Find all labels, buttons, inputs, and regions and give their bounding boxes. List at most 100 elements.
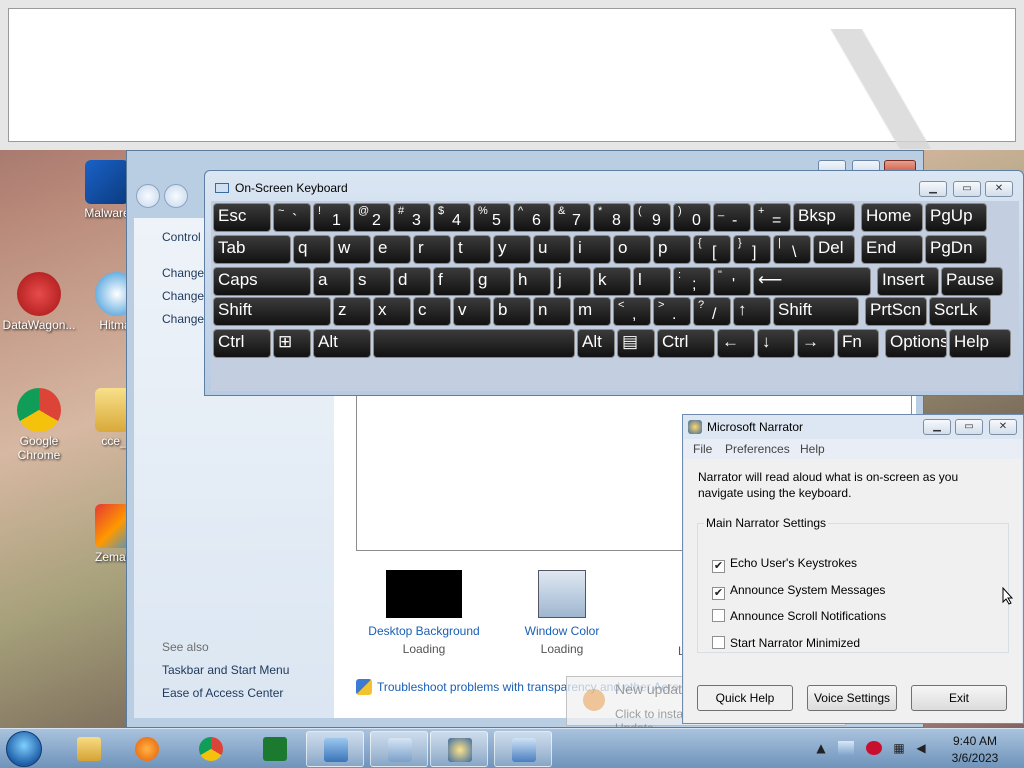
sidebar-change-link-1[interactable]: Change — [162, 266, 204, 280]
key-3-0[interactable]: Shift — [213, 297, 331, 326]
key-2-0[interactable]: Caps — [213, 267, 311, 296]
key-2-1[interactable]: a — [313, 267, 351, 296]
checkbox-announce-system[interactable]: ✔ — [712, 587, 725, 600]
quick-help-button[interactable]: Quick Help — [697, 685, 793, 711]
voice-settings-button[interactable]: Voice Settings — [807, 685, 897, 711]
key-1-6[interactable]: y — [493, 235, 531, 264]
taskbar-explorer-button[interactable] — [60, 731, 118, 767]
key-1-0[interactable]: Tab — [213, 235, 291, 264]
taskbar-display-button[interactable] — [494, 731, 552, 767]
key-0-13[interactable]: + = — [753, 203, 791, 232]
narrator-maximize-button[interactable]: ▭ — [955, 419, 983, 435]
key-1-3[interactable]: e — [373, 235, 411, 264]
key-2-4[interactable]: f — [433, 267, 471, 296]
key-2-10[interactable]: :; — [673, 267, 711, 296]
key-1-15[interactable]: End — [861, 235, 923, 264]
key-0-11[interactable]: ) 0 — [673, 203, 711, 232]
taskbar-media-player-button[interactable] — [118, 731, 176, 767]
key-4-2[interactable]: Alt — [313, 329, 371, 358]
show-hidden-icons-button[interactable]: ▲ — [814, 741, 828, 755]
key-0-1[interactable]: ~ ` — [273, 203, 311, 232]
action-center-icon[interactable] — [838, 741, 854, 755]
desktop-icon-chrome[interactable]: Google Chrome — [2, 388, 76, 462]
key-0-3[interactable]: @2 — [353, 203, 391, 232]
key-3-2[interactable]: x — [373, 297, 411, 326]
key-1-14[interactable]: Del — [813, 235, 855, 264]
key-0-8[interactable]: & 7 — [553, 203, 591, 232]
checkbox-echo-keystrokes[interactable]: ✔ — [712, 560, 725, 573]
key-3-13[interactable]: PrtScn — [865, 297, 927, 326]
echo-keystrokes-option[interactable]: ✔ Echo User's Keystrokes — [712, 556, 857, 573]
key-2-12[interactable]: ⟵ — [753, 267, 871, 296]
narrator-close-button[interactable]: ✕ — [989, 419, 1017, 435]
key-1-12[interactable]: }] — [733, 235, 771, 264]
key-3-12[interactable]: Shift — [773, 297, 859, 326]
key-3-4[interactable]: v — [453, 297, 491, 326]
key-0-15[interactable]: Home — [861, 203, 923, 232]
taskbar-start-menu-link[interactable]: Taskbar and Start Menu — [162, 663, 289, 677]
key-1-5[interactable]: t — [453, 235, 491, 264]
key-2-6[interactable]: h — [513, 267, 551, 296]
taskbar-csharp-button[interactable] — [246, 731, 304, 767]
key-2-13[interactable]: Insert — [877, 267, 939, 296]
taskbar-osk-button[interactable] — [370, 731, 428, 767]
key-4-10[interactable]: Fn — [837, 329, 879, 358]
key-0-16[interactable]: PgUp — [925, 203, 987, 232]
key-1-16[interactable]: PgDn — [925, 235, 987, 264]
checkbox-start-minimized[interactable] — [712, 636, 725, 649]
key-2-2[interactable]: s — [353, 267, 391, 296]
taskbar-narrator-button[interactable] — [430, 731, 488, 767]
menu-help[interactable]: Help — [800, 442, 825, 456]
checkbox-announce-scroll[interactable] — [712, 609, 725, 622]
menu-preferences[interactable]: Preferences — [725, 442, 790, 456]
antivirus-tray-icon[interactable] — [866, 741, 882, 755]
key-3-3[interactable]: c — [413, 297, 451, 326]
key-4-3[interactable] — [373, 329, 575, 358]
key-3-7[interactable]: m — [573, 297, 611, 326]
key-2-7[interactable]: j — [553, 267, 591, 296]
key-4-5[interactable]: ▤ — [617, 329, 655, 358]
key-1-2[interactable]: w — [333, 235, 371, 264]
osk-minimize-button[interactable]: ▁ — [919, 181, 947, 197]
volume-icon[interactable]: ◀ — [914, 741, 928, 755]
key-0-10[interactable]: (9 — [633, 203, 671, 232]
key-0-5[interactable]: $4 — [433, 203, 471, 232]
start-minimized-option[interactable]: Start Narrator Minimized — [712, 636, 860, 650]
key-4-11[interactable]: Options — [885, 329, 947, 358]
key-4-9[interactable]: → — [797, 329, 835, 358]
menu-file[interactable]: File — [693, 442, 712, 456]
key-1-9[interactable]: o — [613, 235, 651, 264]
key-3-11[interactable]: ↑ — [733, 297, 771, 326]
key-1-8[interactable]: i — [573, 235, 611, 264]
osk-maximize-button[interactable]: ▭ — [953, 181, 981, 197]
announce-system-messages-option[interactable]: ✔ Announce System Messages — [712, 583, 885, 600]
key-3-5[interactable]: b — [493, 297, 531, 326]
sidebar-change-link-2[interactable]: Change — [162, 289, 204, 303]
key-2-9[interactable]: l — [633, 267, 671, 296]
key-3-6[interactable]: n — [533, 297, 571, 326]
key-0-12[interactable]: _ - — [713, 203, 751, 232]
key-3-1[interactable]: z — [333, 297, 371, 326]
key-4-4[interactable]: Alt — [577, 329, 615, 358]
key-4-8[interactable]: ↓ — [757, 329, 795, 358]
osk-close-button[interactable]: ✕ — [985, 181, 1013, 197]
key-0-6[interactable]: % 5 — [473, 203, 511, 232]
key-3-14[interactable]: ScrLk — [929, 297, 991, 326]
key-0-0[interactable]: Esc — [213, 203, 271, 232]
key-4-0[interactable]: Ctrl — [213, 329, 271, 358]
key-1-4[interactable]: r — [413, 235, 451, 264]
key-1-13[interactable]: | \ — [773, 235, 811, 264]
key-3-10[interactable]: ? / — [693, 297, 731, 326]
control-panel-home-link[interactable]: Control — [162, 230, 201, 244]
key-3-9[interactable]: >. — [653, 297, 691, 326]
key-0-14[interactable]: Bksp — [793, 203, 855, 232]
key-2-3[interactable]: d — [393, 267, 431, 296]
key-4-7[interactable]: ← — [717, 329, 755, 358]
key-4-6[interactable]: Ctrl — [657, 329, 715, 358]
key-1-11[interactable]: {[ — [693, 235, 731, 264]
clock[interactable]: 9:40 AM 3/6/2023 — [940, 733, 1010, 767]
key-1-10[interactable]: p — [653, 235, 691, 264]
forward-button[interactable] — [164, 184, 188, 208]
sidebar-change-link-3[interactable]: Change — [162, 312, 204, 326]
exit-button[interactable]: Exit — [911, 685, 1007, 711]
